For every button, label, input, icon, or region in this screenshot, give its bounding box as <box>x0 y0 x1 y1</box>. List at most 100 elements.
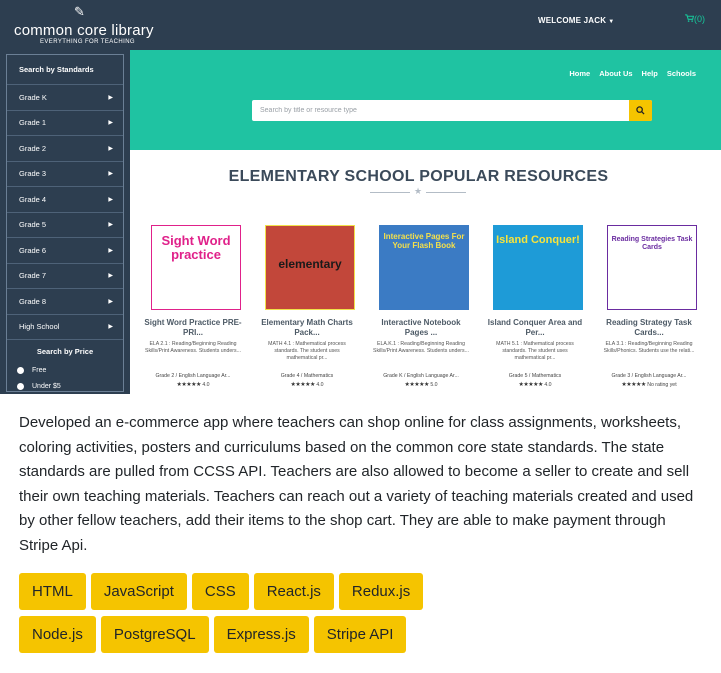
product-title[interactable]: Interactive Notebook Pages ... <box>369 318 473 338</box>
feather-icon: ✎ <box>74 4 85 19</box>
cart-button[interactable]: (0) <box>685 14 705 24</box>
product-grade: Grade 2 / English Language Ar... <box>155 373 231 379</box>
user-menu[interactable]: WELCOME JACK ▼ <box>538 16 614 25</box>
top-bar: ✎ common core library EVERYTHING FOR TEA… <box>0 0 721 50</box>
cover-title: Reading Strategies Task Cards <box>611 236 693 251</box>
product-card[interactable]: Reading Strategies Task Cards Reading Str… <box>593 221 705 394</box>
welcome-label: WELCOME JACK <box>538 16 607 25</box>
logo-title: common core library <box>14 22 154 39</box>
radio-button[interactable] <box>17 366 24 374</box>
chevron-right-icon: ▶ <box>108 324 113 331</box>
tech-tags: HTML JavaScript CSS React.js Redux.js No… <box>19 573 709 659</box>
search-icon <box>636 106 645 115</box>
product-title[interactable]: Elementary Math Charts Pack... <box>255 318 359 338</box>
product-rating: ★★★★★ 4.0 <box>255 381 359 388</box>
product-title[interactable]: Reading Strategy Task Cards... <box>597 318 701 338</box>
sidebar-panel: Search by Standards Grade K ▶ Grade 1 ▶ Grad… <box>6 54 124 392</box>
tag-row: HTML JavaScript CSS React.js Redux.js <box>19 573 709 610</box>
product-cover-image[interactable]: Island Conquer! <box>493 225 583 310</box>
rating-value: No rating yet <box>647 382 677 388</box>
product-rating: ★★★★★ 4.0 <box>483 381 587 388</box>
product-standard: ELA 2.1 : Reading/Beginning Reading Skil… <box>145 341 241 354</box>
sidebar-item-label: Grade 2 <box>19 143 47 153</box>
product-standard: ELA 3.1 : Reading/Beginning Reading Skil… <box>603 341 695 354</box>
tag-html: HTML <box>19 573 86 610</box>
cover-title: Island Conquer! <box>496 234 580 246</box>
sidebar-item-grade[interactable]: Grade 5 ▶ <box>7 213 123 238</box>
logo[interactable]: ✎ common core library EVERYTHING FOR TEA… <box>14 4 164 48</box>
sidebar-item-grade[interactable]: Grade 7 ▶ <box>7 264 123 289</box>
sidebar-item-label: Grade 4 <box>19 194 47 204</box>
product-standard: ELA.K.1 : Reading/Beginning Reading Skil… <box>373 341 469 354</box>
sidebar-item-label: Grade 6 <box>19 245 47 255</box>
chevron-right-icon: ▶ <box>108 145 113 152</box>
sidebar-item-grade[interactable]: Grade 3 ▶ <box>7 162 123 187</box>
rating-stars-icon: ★★★★★ <box>621 382 646 388</box>
project-description: Developed an e-commerce app where teache… <box>19 414 694 554</box>
product-standard: MATH 4.1 : Mathematical process standard… <box>268 341 346 361</box>
sidebar-item-grade[interactable]: Grade 6 ▶ <box>7 238 123 264</box>
product-cover-image[interactable]: elementary <box>265 225 355 310</box>
chevron-right-icon: ▶ <box>108 273 113 280</box>
rating-stars-icon: ★★★★★ <box>518 382 543 388</box>
product-title[interactable]: Island Conquer Area and Per... <box>483 318 587 338</box>
nav-about-us[interactable]: About Us <box>599 69 632 78</box>
price-option-under-5[interactable]: Under $5 <box>7 378 123 394</box>
nav-schools[interactable]: Schools <box>667 69 696 78</box>
chevron-right-icon: ▶ <box>108 120 113 127</box>
rating-value: 4.0 <box>316 382 324 388</box>
nav-home[interactable]: Home <box>569 69 590 78</box>
price-option-free[interactable]: Free <box>7 362 123 378</box>
chevron-right-icon: ▶ <box>108 94 113 101</box>
tag-stripe-api: Stripe API <box>313 616 407 653</box>
caret-down-icon: ▼ <box>608 19 615 25</box>
nav-help[interactable]: Help <box>642 69 658 78</box>
product-cover-image[interactable]: Interactive Pages For Your Flash Book <box>379 225 469 310</box>
product-grade: Grade 5 / Mathematics <box>508 373 562 379</box>
rating-stars-icon: ★★★★★ <box>176 382 201 388</box>
radio-button[interactable] <box>17 382 24 390</box>
product-cover-image[interactable]: Sight Word practice <box>151 225 241 310</box>
product-card[interactable]: Island Conquer! Island Conquer Area and P… <box>479 221 591 394</box>
tag-node: Node.js <box>19 616 96 653</box>
divider-line <box>426 192 466 193</box>
product-card[interactable]: Sight Word practice Sight Word Practice P… <box>137 221 249 394</box>
product-rating: ★★★★★ No rating yet <box>597 381 701 388</box>
tag-react: React.js <box>253 573 334 610</box>
sidebar-item-label: Grade 3 <box>19 169 47 179</box>
product-grade: Grade K / English Language Ar... <box>383 373 459 379</box>
cover-title: Interactive Pages For Your Flash Book <box>383 232 465 250</box>
price-option-label: Under $5 <box>32 382 61 390</box>
tag-express: Express.js <box>213 616 309 653</box>
product-rating: ★★★★★ 4.0 <box>141 381 245 388</box>
sidebar-item-label: Grade 7 <box>19 271 47 281</box>
product-card[interactable]: Interactive Pages For Your Flash Book Int… <box>365 221 477 394</box>
chevron-right-icon: ▶ <box>108 298 113 305</box>
search-input[interactable] <box>252 100 629 121</box>
tag-redux: Redux.js <box>338 573 424 610</box>
logo-subtitle: EVERYTHING FOR TEACHING <box>40 39 135 45</box>
sidebar-item-grade[interactable]: Grade K ▶ <box>7 85 123 111</box>
rating-value: 4.0 <box>544 382 552 388</box>
chevron-right-icon: ▶ <box>108 247 113 254</box>
sidebar-item-grade[interactable]: High School ▶ <box>7 315 123 340</box>
product-cover-image[interactable]: Reading Strategies Task Cards <box>607 225 697 310</box>
product-card[interactable]: elementary Elementary Math Charts Pack...… <box>251 221 363 394</box>
tag-css: CSS <box>191 573 249 610</box>
app-screenshot: ✎ common core library EVERYTHING FOR TEA… <box>0 0 721 394</box>
sidebar-item-label: Grade K <box>19 92 47 102</box>
search-button[interactable] <box>629 100 652 121</box>
sidebar-item-grade[interactable]: Grade 4 ▶ <box>7 187 123 213</box>
rating-stars-icon: ★★★★★ <box>404 382 429 388</box>
tag-row: Node.js PostgreSQL Express.js Stripe API <box>19 616 709 653</box>
sidebar-item-grade[interactable]: Grade 8 ▶ <box>7 289 123 315</box>
sidebar-item-grade[interactable]: Grade 2 ▶ <box>7 136 123 162</box>
tag-javascript: JavaScript <box>90 573 187 610</box>
chevron-right-icon: ▶ <box>108 196 113 203</box>
sidebar-item-label: High School <box>19 322 60 332</box>
product-title[interactable]: Sight Word Practice PRE-PRI... <box>141 318 245 338</box>
sidebar-item-label: Grade 8 <box>19 296 47 306</box>
sidebar-item-grade[interactable]: Grade 1 ▶ <box>7 111 123 136</box>
cover-title: Sight Word practice <box>161 233 231 262</box>
rating-stars-icon: ★★★★★ <box>290 382 315 388</box>
